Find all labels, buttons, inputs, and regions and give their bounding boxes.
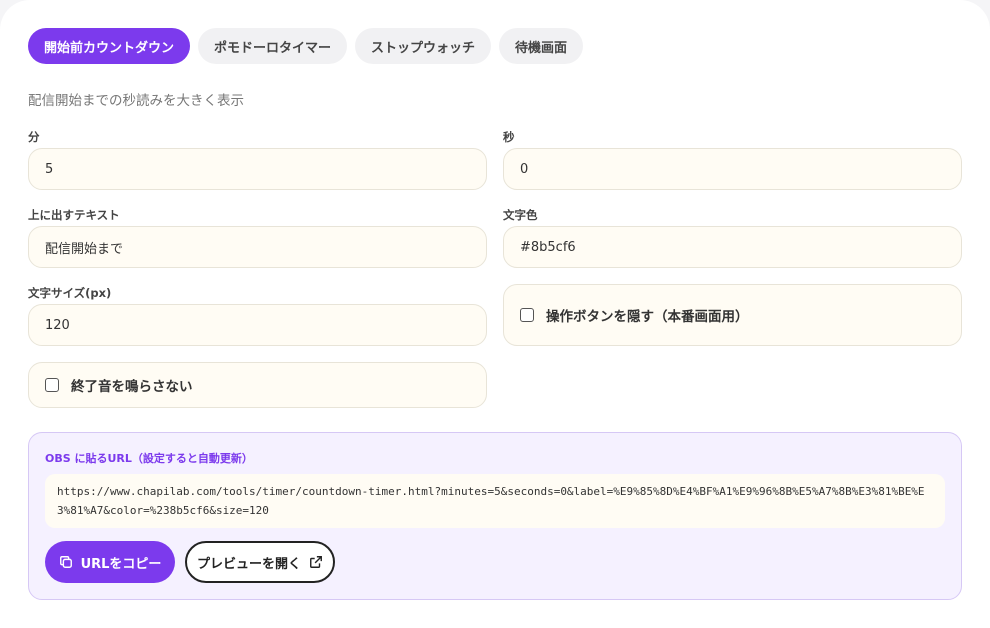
hide-buttons-checkbox[interactable]	[520, 308, 534, 322]
font-size-label: 文字サイズ(px)	[28, 286, 112, 300]
tool-description: 配信開始までの秒読みを大きく表示	[28, 93, 244, 109]
tab-countdown[interactable]: 開始前カウントダウン	[28, 28, 191, 64]
font-size-input[interactable]: 120	[28, 304, 487, 346]
external-link-icon	[309, 555, 323, 569]
obs-url-label: OBS に貼るURL（設定すると自動更新）	[45, 452, 253, 465]
countdown-settings-card: 開始前カウントダウン ポモドーロタイマー ストップウォッチ 待機画面 配信開始ま…	[0, 0, 990, 628]
copy-url-button[interactable]: URLをコピー	[45, 541, 175, 583]
mute-sound-checkbox[interactable]	[45, 378, 59, 392]
label-text-label: 上に出すテキスト	[28, 208, 120, 222]
tab-stopwatch[interactable]: ストップウォッチ	[355, 28, 492, 64]
label-text-input[interactable]: 配信開始まで	[28, 226, 487, 268]
seconds-input[interactable]: 0	[503, 148, 962, 190]
minutes-label: 分	[28, 130, 40, 144]
open-preview-label: プレビューを開く	[196, 556, 301, 572]
text-color-label: 文字色	[503, 208, 538, 222]
hide-buttons-text: 操作ボタンを隠す（本番画面用）	[546, 309, 749, 325]
mute-sound-text: 終了音を鳴らさない	[71, 379, 193, 395]
minutes-input[interactable]: 5	[28, 148, 487, 190]
hide-buttons-option[interactable]: 操作ボタンを隠す（本番画面用）	[503, 284, 962, 346]
obs-url-text[interactable]: https://www.chapilab.com/tools/timer/cou…	[45, 474, 945, 528]
timer-tabs: 開始前カウントダウン ポモドーロタイマー ストップウォッチ 待機画面	[28, 28, 584, 64]
text-color-input[interactable]: #8b5cf6	[503, 226, 962, 268]
seconds-label: 秒	[503, 130, 515, 144]
copy-icon	[59, 555, 73, 569]
mute-sound-option[interactable]: 終了音を鳴らさない	[28, 362, 487, 408]
tab-standby[interactable]: 待機画面	[499, 28, 584, 64]
copy-url-label: URLをコピー	[80, 556, 162, 572]
open-preview-button[interactable]: プレビューを開く	[185, 541, 335, 583]
obs-url-panel: OBS に貼るURL（設定すると自動更新） https://www.chapil…	[28, 432, 962, 600]
tab-pomodoro[interactable]: ポモドーロタイマー	[198, 28, 348, 64]
